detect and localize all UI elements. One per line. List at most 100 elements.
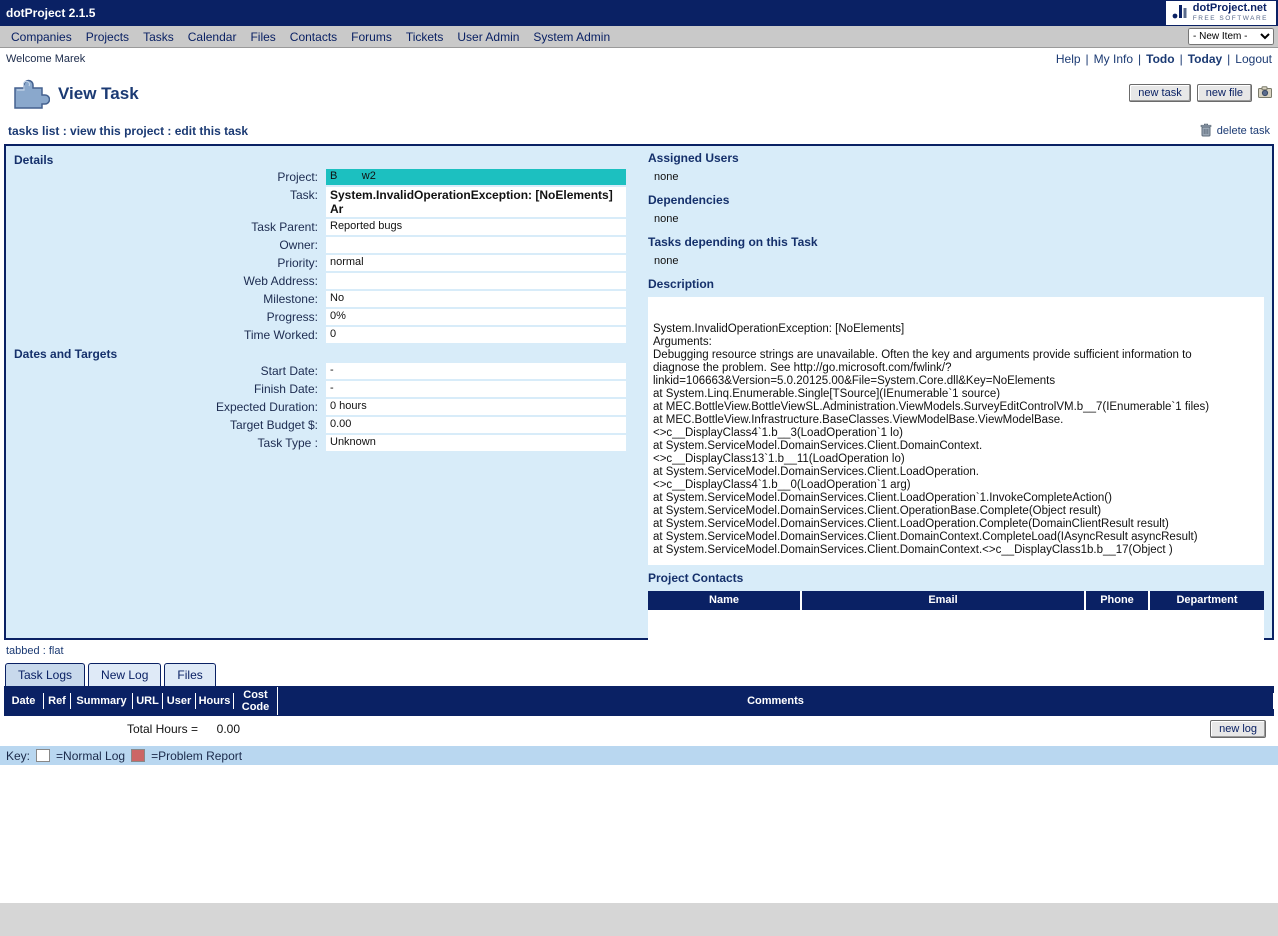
- task-details-panel: Details Project: B w2 Task: System.Inval…: [4, 144, 1274, 640]
- field-label: Web Address:: [6, 273, 326, 288]
- field-label: Progress:: [6, 309, 326, 324]
- new-task-button[interactable]: new task: [1129, 84, 1190, 102]
- assigned-users-title: Assigned Users: [648, 151, 1264, 167]
- field-label: Project:: [6, 169, 326, 184]
- log-total-row: Total Hours = 0.00 new log: [8, 716, 1270, 742]
- link-my-info[interactable]: My Info: [1094, 52, 1133, 66]
- logo-text: dotProject.net FREE SOFTWARE: [1193, 3, 1268, 23]
- description-title: Description: [648, 277, 1264, 293]
- dependencies-value: none: [648, 209, 1264, 229]
- tabbed-link[interactable]: tabbed: [6, 645, 40, 657]
- project-value[interactable]: B w2: [326, 169, 626, 185]
- field-row-priority: Priority: normal: [6, 255, 640, 271]
- field-row-expected-duration: Expected Duration: 0 hours: [6, 399, 640, 415]
- tab-new-log[interactable]: New Log: [88, 663, 161, 686]
- field-label: Owner:: [6, 237, 326, 252]
- log-header-url: URL: [133, 693, 163, 709]
- task-info-column: Assigned Users none Dependencies none Ta…: [640, 146, 1272, 638]
- field-row-milestone: Milestone: No: [6, 291, 640, 307]
- puzzle-icon: [10, 76, 50, 113]
- link-today[interactable]: Today: [1188, 52, 1222, 66]
- field-row-owner: Owner:: [6, 237, 640, 253]
- contacts-header-department: Department: [1150, 591, 1264, 610]
- nav-item-files[interactable]: Files: [243, 28, 282, 46]
- field-row-start-date: Start Date: -: [6, 363, 640, 379]
- nav-item-projects[interactable]: Projects: [79, 28, 136, 46]
- crumb-view-project[interactable]: view this project: [70, 124, 164, 138]
- progress-value: 0%: [326, 309, 626, 325]
- crumb-edit-task[interactable]: edit this task: [175, 124, 248, 138]
- field-label: Target Budget $:: [6, 417, 326, 432]
- camera-icon[interactable]: [1258, 86, 1272, 101]
- field-row-time-worked: Time Worked: 0: [6, 327, 640, 343]
- breadcrumb: tasks list : view this project : edit th…: [8, 124, 248, 138]
- new-item-select[interactable]: - New Item -: [1188, 28, 1274, 45]
- field-label: Priority:: [6, 255, 326, 270]
- delete-task-label: delete task: [1217, 125, 1270, 137]
- logo-subtitle: FREE SOFTWARE: [1193, 16, 1268, 23]
- nav-item-calendar[interactable]: Calendar: [181, 28, 244, 46]
- field-label: Expected Duration:: [6, 399, 326, 414]
- contacts-header-phone: Phone: [1086, 591, 1148, 610]
- total-hours-label: Total Hours =: [8, 722, 198, 736]
- crumb-tasks-list[interactable]: tasks list: [8, 124, 59, 138]
- dotproject-logo[interactable]: dotProject.net FREE SOFTWARE: [1166, 1, 1276, 25]
- field-row-task: Task: System.InvalidOperationException: …: [6, 187, 640, 217]
- owner-value: [326, 237, 626, 253]
- contacts-header-email: Email: [802, 591, 1084, 610]
- log-table-header: Date Ref Summary URL User Hours Cost Cod…: [4, 686, 1274, 716]
- flat-link[interactable]: flat: [49, 645, 64, 657]
- trash-icon: [1200, 123, 1212, 140]
- new-log-button[interactable]: new log: [1210, 720, 1266, 738]
- page-title: View Task: [58, 84, 139, 104]
- field-row-progress: Progress: 0%: [6, 309, 640, 325]
- field-row-project: Project: B w2: [6, 169, 640, 185]
- tasks-depending-title: Tasks depending on this Task: [648, 235, 1264, 251]
- details-column: Details Project: B w2 Task: System.Inval…: [6, 146, 640, 638]
- field-label: Task Type :: [6, 435, 326, 450]
- title-bar: View Task new task new file: [0, 70, 1278, 118]
- separator: :: [164, 124, 175, 138]
- finish-date-value: -: [326, 381, 626, 397]
- nav-item-forums[interactable]: Forums: [344, 28, 399, 46]
- field-label: Time Worked:: [6, 327, 326, 342]
- start-date-value: -: [326, 363, 626, 379]
- field-row-task-type: Task Type : Unknown: [6, 435, 640, 451]
- nav-item-system-admin[interactable]: System Admin: [526, 28, 617, 46]
- task-log-table: Date Ref Summary URL User Hours Cost Cod…: [4, 686, 1274, 742]
- footer-area: [0, 903, 1278, 936]
- nav-item-companies[interactable]: Companies: [4, 28, 79, 46]
- welcome-text: Welcome Marek: [6, 53, 85, 65]
- link-help[interactable]: Help: [1056, 52, 1081, 66]
- separator: :: [40, 645, 49, 657]
- link-todo[interactable]: Todo: [1146, 52, 1174, 66]
- dates-targets-title: Dates and Targets: [6, 345, 640, 363]
- separator: |: [1138, 52, 1141, 66]
- new-file-button[interactable]: new file: [1197, 84, 1252, 102]
- field-label: Start Date:: [6, 363, 326, 378]
- field-row-task-parent: Task Parent: Reported bugs: [6, 219, 640, 235]
- task-parent-value[interactable]: Reported bugs: [326, 219, 626, 235]
- tab-files[interactable]: Files: [164, 663, 215, 686]
- nav-item-tickets[interactable]: Tickets: [399, 28, 451, 46]
- nav-item-contacts[interactable]: Contacts: [283, 28, 344, 46]
- description-text: System.InvalidOperationException: [NoEle…: [648, 297, 1264, 565]
- expected-duration-value: 0 hours: [326, 399, 626, 415]
- field-label: Finish Date:: [6, 381, 326, 396]
- priority-value: normal: [326, 255, 626, 271]
- nav-item-user-admin[interactable]: User Admin: [450, 28, 526, 46]
- nav-item-tasks[interactable]: Tasks: [136, 28, 181, 46]
- project-contacts-title: Project Contacts: [648, 571, 1264, 587]
- breadcrumb-bar: tasks list : view this project : edit th…: [0, 118, 1278, 144]
- separator: :: [59, 124, 70, 138]
- delete-task-button[interactable]: delete task: [1200, 123, 1270, 140]
- details-title: Details: [6, 151, 640, 169]
- dotproject-logo-icon: [1172, 3, 1188, 23]
- task-value: System.InvalidOperationException: [NoEle…: [326, 187, 626, 217]
- field-label: Milestone:: [6, 291, 326, 306]
- app-title: dotProject 2.1.5: [6, 6, 95, 20]
- separator: |: [1086, 52, 1089, 66]
- tab-task-logs[interactable]: Task Logs: [5, 663, 85, 686]
- link-logout[interactable]: Logout: [1235, 52, 1272, 66]
- separator: |: [1227, 52, 1230, 66]
